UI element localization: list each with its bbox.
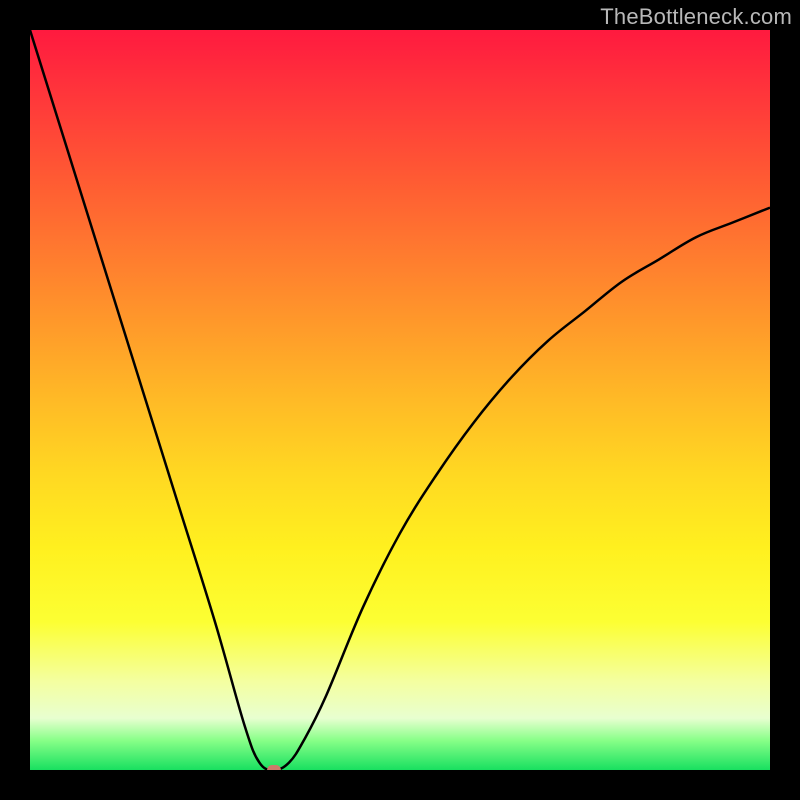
chart-frame: TheBottleneck.com xyxy=(0,0,800,800)
optimal-point-marker xyxy=(267,765,281,770)
watermark-text: TheBottleneck.com xyxy=(600,4,792,30)
plot-area xyxy=(30,30,770,770)
bottleneck-curve xyxy=(30,30,770,770)
